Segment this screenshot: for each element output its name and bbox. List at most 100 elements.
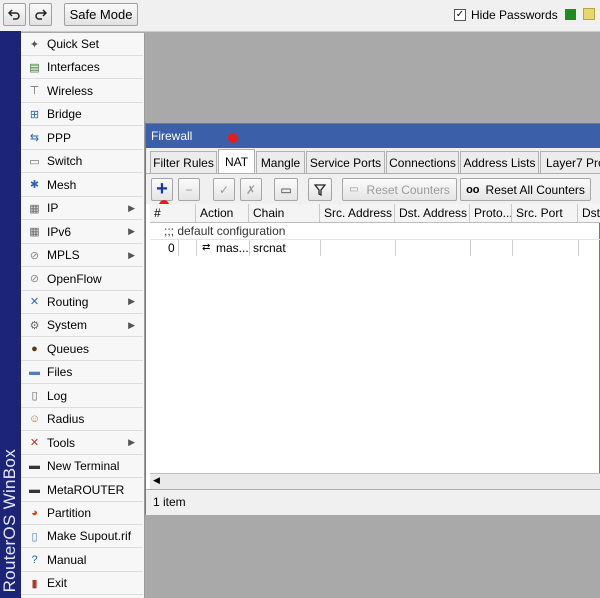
partition-icon: ◕: [31, 507, 38, 519]
disable-button[interactable]: ✗: [240, 178, 262, 201]
menu-item-label: Tools: [47, 435, 76, 450]
plus-icon: +: [156, 178, 168, 200]
menu-item-label: New Terminal: [47, 459, 120, 474]
filter-button[interactable]: [308, 178, 332, 201]
col-dst-port[interactable]: Dst.: [578, 204, 600, 222]
help-icon: ?: [31, 553, 38, 566]
menu-item-mesh[interactable]: ✱ Mesh: [21, 174, 143, 197]
submenu-arrow-icon: ▶: [128, 249, 135, 260]
horizontal-scrollbar[interactable]: ◀: [150, 473, 600, 489]
menu-item-files[interactable]: ▬ Files: [21, 361, 143, 385]
remove-button[interactable]: −: [178, 178, 200, 201]
funnel-icon: [314, 183, 326, 196]
tab-layer7-protocols[interactable]: Layer7 Protocols: [540, 151, 600, 173]
menu-item-metarouter[interactable]: ▬ MetaROUTER: [21, 479, 143, 502]
menu-item-make-supout-rif[interactable]: ▯ Make Supout.rif: [21, 525, 143, 549]
scroll-left-icon[interactable]: ◀: [153, 475, 160, 486]
reset-counters-button[interactable]: ▭ Reset Counters: [342, 178, 457, 201]
brand-strip: RouterOS WinBox: [0, 31, 21, 598]
tab-mangle[interactable]: Mangle: [256, 151, 305, 173]
submenu-arrow-icon: ▶: [128, 296, 135, 307]
menu-item-label: IPv6: [47, 224, 72, 239]
enable-button[interactable]: ✓: [213, 178, 235, 201]
menu-item-interfaces[interactable]: ▤ Interfaces: [21, 56, 143, 80]
menu-item-manual[interactable]: ? Manual: [21, 549, 143, 572]
menu-item-mpls[interactable]: ⊘ MPLS ▶: [21, 244, 143, 268]
cell-divider: [512, 240, 513, 256]
cell-divider: [178, 240, 179, 256]
menu-item-radius[interactable]: ☺ Radius: [21, 408, 143, 432]
metarouter-icon: ▬: [29, 483, 40, 496]
item-count: 1 item: [153, 495, 186, 509]
menu-item-routing[interactable]: ✕ Routing ▶: [21, 291, 143, 314]
menu-item-label: Make Supout.rif: [47, 529, 132, 544]
menu-item-label: Bridge: [47, 107, 82, 122]
col-protocol[interactable]: Proto...: [470, 204, 512, 222]
menu-item-tools[interactable]: ✕ Tools ▶: [21, 432, 143, 455]
add-button[interactable]: +: [151, 178, 173, 201]
window-toolbar: + − ✓ ✗ ▭ ▭ Reset Counters oo Reset All …: [146, 173, 600, 204]
window-title[interactable]: Firewall: [146, 124, 600, 148]
terminal-icon: ▬: [29, 460, 40, 473]
gear-icon: ⚙: [29, 319, 40, 332]
openflow-icon: ⊘: [29, 273, 40, 285]
radius-icon: ☺: [28, 413, 41, 426]
comment-button[interactable]: ▭: [274, 178, 298, 201]
menu-item-ip[interactable]: ▦ IP ▶: [21, 197, 143, 221]
col-dst-address[interactable]: Dst. Address: [395, 204, 470, 222]
menu-item-label: Quick Set: [47, 37, 100, 51]
menu-item-partition[interactable]: ◕ Partition: [21, 502, 143, 525]
hide-passwords-toggle[interactable]: ✓ Hide Passwords: [454, 8, 558, 22]
cell-divider: [578, 240, 579, 256]
menu-item-ipv6[interactable]: ▦ IPv6 ▶: [21, 221, 143, 244]
reset-counters-icon: ▭: [349, 184, 359, 195]
menu-item-system[interactable]: ⚙ System ▶: [21, 314, 143, 338]
tab-filter-rules[interactable]: Filter Rules: [150, 151, 217, 173]
comment-row: ;;; default configuration: [164, 224, 286, 238]
col-src-address[interactable]: Src. Address: [320, 204, 395, 222]
menu-item-label: Radius: [47, 412, 85, 427]
redo-icon: [35, 9, 47, 20]
menu-item-label: Wireless: [47, 83, 94, 98]
antenna-icon: ⊤: [29, 85, 40, 98]
menu-item-switch[interactable]: ▭ Switch: [21, 150, 143, 174]
submenu-arrow-icon: ▶: [128, 202, 135, 213]
undo-button[interactable]: [3, 3, 26, 26]
safe-mode-button[interactable]: Safe Mode: [64, 3, 138, 26]
click-marker: [228, 133, 238, 143]
col-src-port[interactable]: Src. Port: [512, 204, 578, 222]
menu-item-ppp[interactable]: ⇆ PPP: [21, 127, 143, 150]
minus-icon: −: [185, 182, 193, 197]
table-row[interactable]: 0 ⇄ mas... srcnat: [150, 239, 600, 256]
reset-all-counters-button[interactable]: oo Reset All Counters: [460, 178, 591, 201]
tab-address-lists[interactable]: Address Lists: [460, 151, 539, 173]
menu-item-quick-set[interactable]: ✦ Quick Set: [21, 33, 143, 56]
cell-divider: [470, 240, 471, 256]
tab-nat[interactable]: NAT: [218, 149, 255, 173]
hide-passwords-checkbox[interactable]: ✓: [454, 9, 466, 21]
menu-item-queues[interactable]: ● Queues: [21, 338, 143, 361]
menu-item-log[interactable]: ▯ Log: [21, 385, 143, 408]
menu-item-label: OpenFlow: [47, 271, 102, 286]
menu-item-exit[interactable]: ▮ Exit: [21, 572, 143, 596]
cell-divider: [249, 240, 250, 256]
masquerade-icon: ⇄: [202, 242, 211, 253]
menu-item-bridge[interactable]: ⊞ Bridge: [21, 103, 143, 127]
bridge-icon: ⊞: [29, 108, 40, 121]
row-action: mas...: [216, 241, 249, 255]
menu-item-label: Partition: [47, 506, 92, 520]
redo-button[interactable]: [29, 3, 52, 26]
wand-icon: ✦: [29, 38, 40, 51]
reset-counters-label: Reset Counters: [366, 182, 450, 197]
col-chain[interactable]: Chain: [249, 204, 320, 222]
menu-item-label: MetaROUTER: [47, 482, 125, 497]
menu-item-openflow[interactable]: ⊘ OpenFlow: [21, 268, 143, 291]
col-number[interactable]: #: [150, 204, 196, 222]
cell-divider: [196, 240, 197, 256]
col-action[interactable]: Action: [196, 204, 249, 222]
menu-item-new-terminal[interactable]: ▬ New Terminal: [21, 455, 143, 479]
tab-connections[interactable]: Connections: [386, 151, 459, 173]
tab-service-ports[interactable]: Service Ports: [306, 151, 385, 173]
switch-icon: ▭: [29, 155, 40, 168]
menu-item-wireless[interactable]: ⊤ Wireless: [21, 80, 143, 103]
